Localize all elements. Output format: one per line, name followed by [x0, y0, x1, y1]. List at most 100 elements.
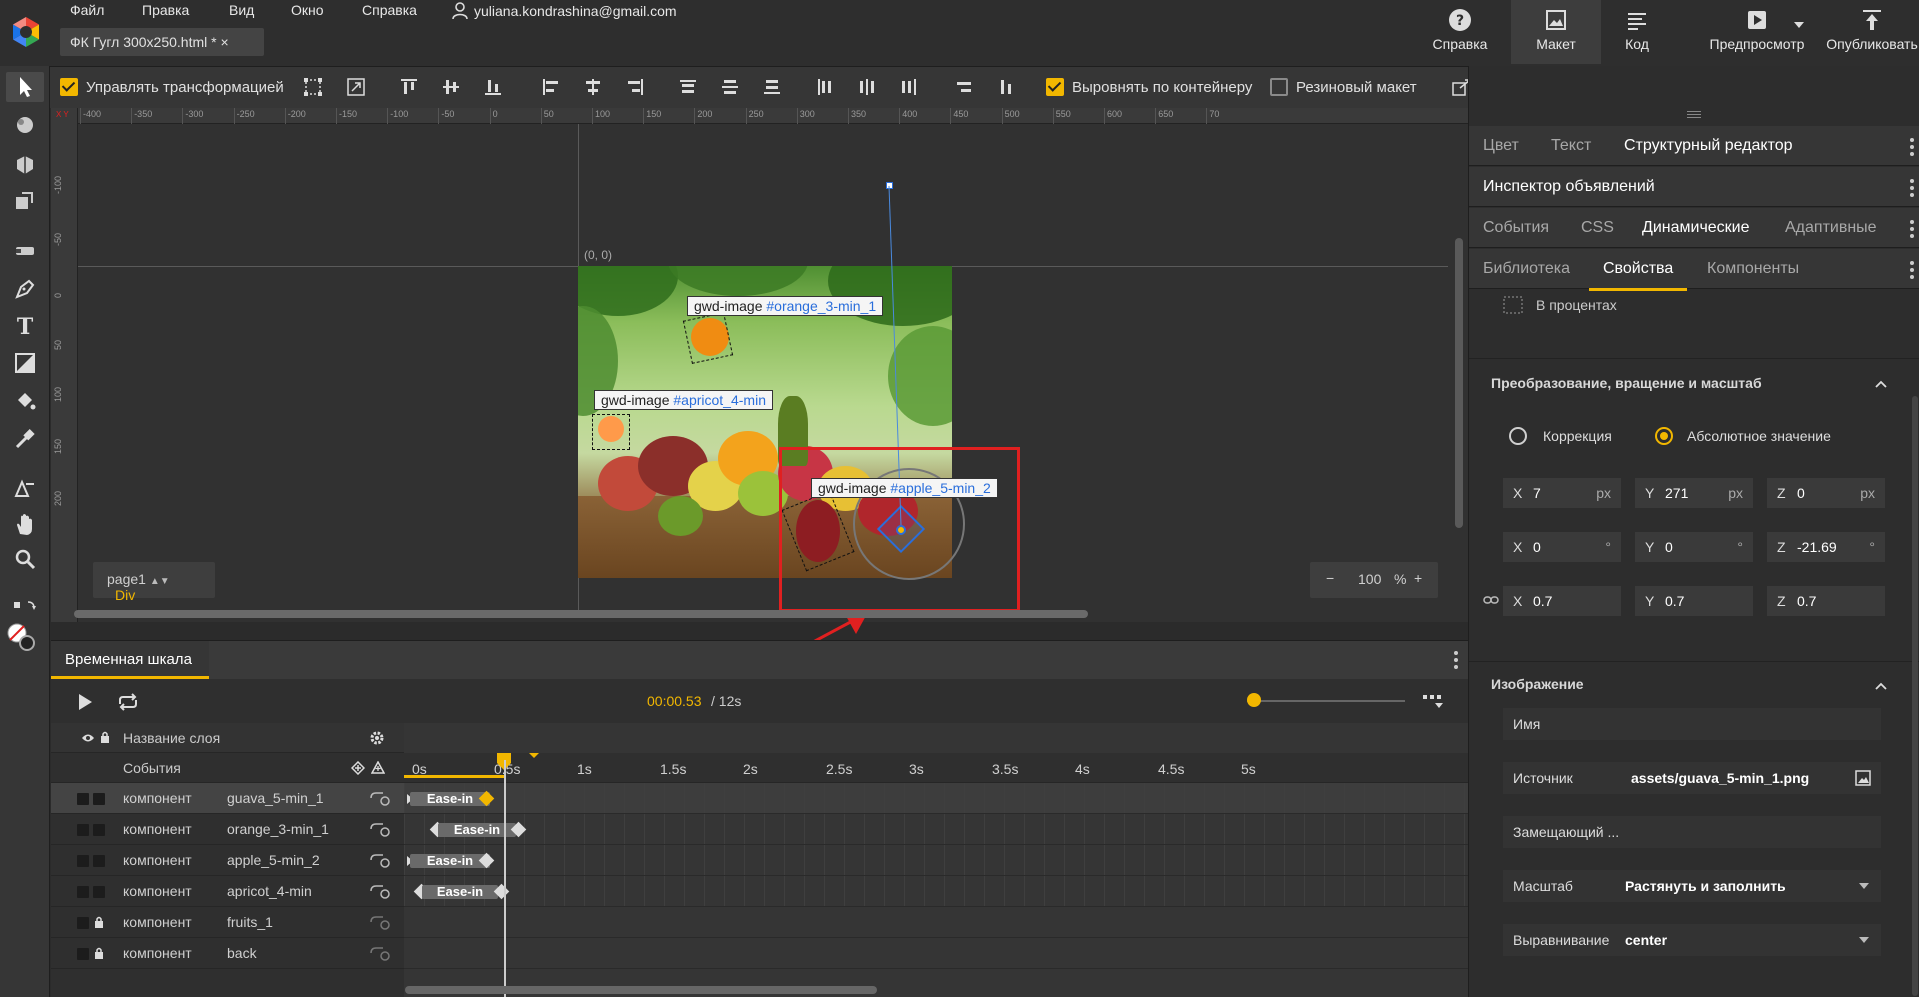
- zoom-3d-icon[interactable]: [12, 476, 38, 502]
- image-name-row[interactable]: Имя: [1503, 708, 1881, 740]
- rot-z-field[interactable]: Z -21.69 °: [1767, 532, 1885, 562]
- add-event-icon[interactable]: [371, 761, 385, 775]
- layout-button[interactable]: Макет: [1526, 8, 1586, 52]
- layer-track[interactable]: [404, 938, 1468, 969]
- space-vertical-icon[interactable]: [953, 76, 975, 98]
- layer-track[interactable]: Ease-in: [404, 845, 1468, 876]
- menu-help[interactable]: Справка: [362, 2, 417, 18]
- 3d-rotate-icon[interactable]: [12, 112, 38, 138]
- 3d-translate-icon[interactable]: [12, 152, 38, 178]
- menu-window[interactable]: Окно: [291, 2, 324, 18]
- layer-track[interactable]: Ease-in: [404, 876, 1468, 907]
- visibility-toggle[interactable]: [77, 886, 89, 898]
- playhead-line[interactable]: [504, 760, 506, 997]
- pos-y-field[interactable]: Y 271 px: [1635, 478, 1753, 508]
- menu-view[interactable]: Вид: [229, 2, 254, 18]
- layer-track[interactable]: Ease-in: [404, 783, 1468, 814]
- stage-horizontal-scrollbar[interactable]: [74, 610, 1088, 618]
- scale-x-field[interactable]: X 0.7: [1503, 586, 1621, 616]
- gear-icon[interactable]: [369, 730, 385, 746]
- layer-link-icon[interactable]: [369, 790, 391, 806]
- chevron-down-icon[interactable]: [1859, 883, 1869, 889]
- shape-tool-icon[interactable]: [12, 350, 38, 376]
- tag-tool-icon[interactable]: [12, 238, 38, 264]
- layer-row[interactable]: компонент fruits_1: [51, 907, 404, 938]
- link-icon[interactable]: [1483, 595, 1499, 605]
- swap-colors-icon[interactable]: [12, 598, 38, 614]
- timeline-zoom-slider[interactable]: [1247, 700, 1405, 702]
- layer-link-icon[interactable]: [369, 852, 391, 868]
- tab-library[interactable]: Библиотека: [1483, 260, 1570, 278]
- timeline-tab[interactable]: Временная шкала: [51, 641, 209, 679]
- rot-y-field[interactable]: Y 0 °: [1635, 532, 1753, 562]
- code-button[interactable]: Код: [1612, 8, 1662, 52]
- search-icon[interactable]: [12, 546, 38, 572]
- layer-row[interactable]: компонент apricot_4-min: [51, 876, 404, 907]
- fill-bucket-icon[interactable]: [12, 388, 38, 414]
- align-bottom-icon[interactable]: [482, 76, 504, 98]
- visibility-toggle[interactable]: [77, 793, 89, 805]
- layer-row[interactable]: компонент orange_3-min_1: [51, 814, 404, 845]
- panel-menu-icon[interactable]: [1910, 138, 1914, 156]
- align-middle-icon[interactable]: [440, 76, 462, 98]
- timeline-menu-icon[interactable]: [1454, 651, 1458, 669]
- align-left-icon[interactable]: [540, 76, 562, 98]
- align-right-icon[interactable]: [624, 76, 646, 98]
- orange-selection[interactable]: [682, 312, 734, 364]
- rubber-layout-checkbox[interactable]: [1270, 78, 1288, 96]
- menu-file[interactable]: Файл: [70, 2, 104, 18]
- collapse-icon[interactable]: [1875, 380, 1887, 388]
- timeline-scrollbar[interactable]: [405, 986, 877, 994]
- lock-toggle[interactable]: [93, 793, 105, 805]
- zoom-in-button[interactable]: +: [1414, 570, 1422, 586]
- panel-menu-icon[interactable]: [1910, 220, 1914, 238]
- layer-track[interactable]: Ease-in: [404, 814, 1468, 845]
- tab-dynamic[interactable]: Динамические: [1642, 219, 1750, 237]
- tab-color[interactable]: Цвет: [1483, 137, 1519, 155]
- tab-css[interactable]: CSS: [1581, 219, 1614, 237]
- image-align-row[interactable]: Выравнивание center: [1503, 924, 1881, 956]
- scale-z-field[interactable]: Z 0.7: [1767, 586, 1885, 616]
- lock-icon[interactable]: [94, 916, 104, 928]
- tab-responsive[interactable]: Адаптивные: [1785, 219, 1877, 237]
- visibility-toggle[interactable]: [77, 948, 89, 960]
- help-button[interactable]: ? Справка: [1430, 8, 1490, 52]
- timeline-zoom-knob[interactable]: [1247, 693, 1261, 707]
- lock-toggle[interactable]: [93, 824, 105, 836]
- visibility-toggle[interactable]: [77, 824, 89, 836]
- align-container-checkbox[interactable]: [1046, 78, 1064, 96]
- align-top-icon[interactable]: [398, 76, 420, 98]
- align-center-icon[interactable]: [582, 76, 604, 98]
- panel-menu-icon[interactable]: [1910, 261, 1914, 279]
- layer-track[interactable]: [404, 907, 1468, 938]
- zoom-out-button[interactable]: −: [1326, 570, 1334, 586]
- pen-tool-icon[interactable]: [12, 276, 38, 302]
- tab-components[interactable]: Компоненты: [1707, 260, 1799, 278]
- close-icon[interactable]: ×: [220, 34, 228, 50]
- layer-row[interactable]: компонент apple_5-min_2: [51, 845, 404, 876]
- image-placeholder-row[interactable]: Замещающий ...: [1503, 816, 1881, 848]
- image-scale-row[interactable]: Масштаб Растянуть и заполнить: [1503, 870, 1881, 902]
- image-picker-icon[interactable]: [1855, 770, 1871, 786]
- distribute-left-icon[interactable]: [814, 76, 836, 98]
- preview-button[interactable]: Предпросмотр: [1702, 8, 1812, 52]
- absolute-radio[interactable]: [1655, 427, 1673, 445]
- chevron-down-icon[interactable]: [1859, 937, 1869, 943]
- transform-box-icon[interactable]: [302, 76, 324, 98]
- drag-handle-icon[interactable]: [1687, 110, 1701, 118]
- stage-vertical-scrollbar[interactable]: [1455, 238, 1463, 528]
- distribute-top-icon[interactable]: [677, 76, 699, 98]
- document-tab[interactable]: ФК Гугл 300x250.html * ×: [60, 28, 264, 56]
- selection-arrow-icon[interactable]: [12, 74, 38, 100]
- hand-tool-icon[interactable]: [12, 512, 38, 538]
- layer-row[interactable]: компонент back: [51, 938, 404, 969]
- tab-properties[interactable]: Свойства: [1588, 260, 1688, 291]
- scale-y-field[interactable]: Y 0.7: [1635, 586, 1753, 616]
- space-horizontal-icon[interactable]: [995, 76, 1017, 98]
- add-keyframe-icon[interactable]: [351, 761, 365, 775]
- panel-scrollbar[interactable]: [1912, 396, 1918, 996]
- lock-toggle[interactable]: [93, 886, 105, 898]
- current-time[interactable]: 00:00.53: [647, 693, 702, 709]
- publish-button[interactable]: Опубликовать: [1822, 8, 1919, 52]
- tab-ad-inspector[interactable]: Инспектор объявлений: [1483, 178, 1655, 196]
